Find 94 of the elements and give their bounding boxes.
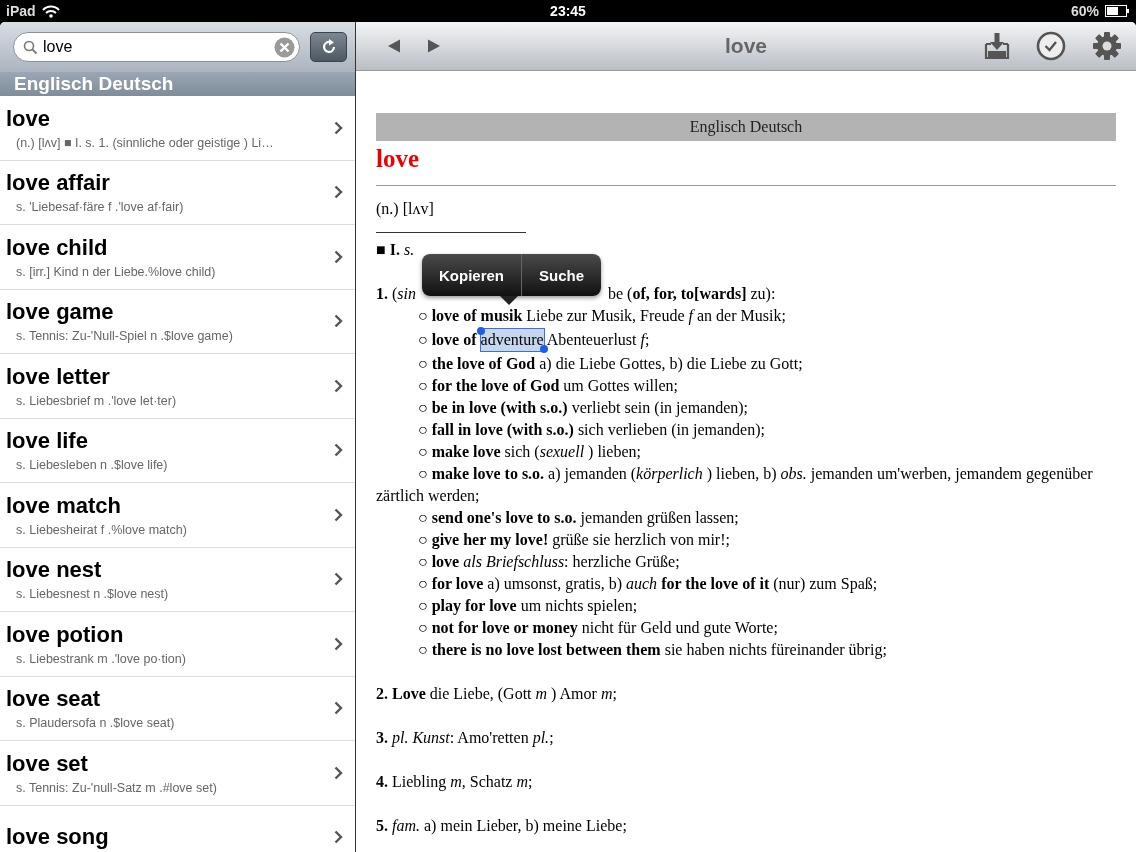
- chevron-icon: [334, 830, 343, 845]
- chevron-icon: [334, 314, 343, 329]
- usage-example: ○ be in love (with s.o.) verliebt sein (in jemanden);: [417, 398, 750, 419]
- wifi-icon: [41, 4, 60, 18]
- clock-time: 23:45: [550, 3, 586, 19]
- page-title: love: [725, 34, 767, 58]
- settings-icon[interactable]: [1092, 31, 1122, 61]
- search-field[interactable]: love: [13, 32, 300, 62]
- usage-example: ○ not for love or money nicht für Geld und gute Worte;: [417, 618, 779, 639]
- dictionary-header: Englisch Deutsch: [376, 113, 1116, 141]
- result-summary: s. Tennis: Zu-'null-Satz m .#love set): [15, 780, 218, 795]
- result-summary: s. 'Liebesaf·färe f .'love af·fair): [15, 200, 185, 215]
- result-term: love affair: [6, 170, 111, 197]
- result-row[interactable]: love seat s. Plaudersofa n .$love seat): [0, 676, 355, 741]
- usage-example: ○ make love to s.o. a) jemanden (körperlich ) lieben, b) obs. jemanden um'werben, jemandem gegenüber zärtlich werden;: [376, 464, 1094, 506]
- usage-example: ○ make love sich (sexuell ) lieben;: [417, 442, 642, 463]
- result-term: love: [6, 105, 52, 132]
- download-tray-icon[interactable]: [984, 32, 1010, 60]
- clear-icon[interactable]: [274, 36, 295, 58]
- result-term: love game: [6, 299, 115, 326]
- result-summary: s. [irr.] Kind n der Liebe.%love child): [15, 264, 217, 279]
- battery-percent: 60%: [1070, 3, 1099, 19]
- usage-example: ○ there is no love lost between them sie haben nichts füreinander übrig;: [417, 640, 888, 661]
- selection-handle[interactable]: [539, 345, 548, 353]
- result-summary: s. Liebesheirat f .%love match): [15, 522, 188, 537]
- result-term: love child: [6, 234, 109, 261]
- result-term: love seat: [6, 686, 102, 713]
- result-summary: (n.) [lʌv] ■ I. s. 1. (sinnliche oder geistige ) Li…: [15, 135, 275, 150]
- result-summary: s. Liebesnest n .$love nest): [15, 587, 170, 602]
- chevron-icon: [334, 443, 343, 458]
- search-input[interactable]: love: [43, 38, 269, 56]
- result-row[interactable]: love potion s. Liebestrank m .'love po·tion): [0, 612, 355, 677]
- back-icon[interactable]: [386, 38, 402, 54]
- result-summary: s. Plaudersofa n .$love seat): [15, 716, 176, 731]
- chevron-icon: [334, 378, 343, 393]
- usage-example: ○ love of musik Liebe zur Musik, Freude f an der Musik;: [417, 306, 787, 327]
- popup-pointer: [500, 296, 518, 305]
- sense-text: 5. fam. a) mein Lieber, b) meine Liebe;: [376, 816, 628, 837]
- result-summary: s. Liebesleben n .$love life): [15, 458, 169, 473]
- result-summary: s. Tennis: Zu-'Null-Spiel n .$love game): [15, 329, 234, 344]
- chevron-icon: [334, 185, 343, 200]
- result-row[interactable]: love game s. Tennis: Zu-'Null-Spiel n .$love game): [0, 289, 355, 354]
- chevron-icon: [334, 765, 343, 780]
- result-row[interactable]: love song: [0, 805, 355, 852]
- result-row[interactable]: love life s. Liebesleben n .$love life): [0, 418, 355, 483]
- device-name: iPad: [6, 3, 36, 19]
- usage-example: ○ fall in love (with s.o.) sich verlieben (in jemanden);: [417, 420, 766, 441]
- sense-text: 4. Liebling m, Schatz m;: [376, 772, 534, 793]
- sense-text: 2. Love die Liebe, (Gott m ) Amor m;: [376, 684, 618, 705]
- chevron-icon: [334, 249, 343, 264]
- result-term: love potion: [6, 621, 125, 648]
- forward-icon[interactable]: [426, 38, 442, 54]
- menu-item[interactable]: Suche: [521, 254, 602, 296]
- chevron-icon: [334, 701, 343, 716]
- usage-example: ○ love of: [418, 331, 477, 348]
- usage-example: ○ give her my love! grüße sie herzlich von mir!;: [417, 530, 731, 551]
- result-row[interactable]: love letter s. Liebesbrief m .'love let·ter): [0, 354, 355, 419]
- sense-text: 3. pl. Kunst: Amo'retten pl.;: [376, 728, 555, 749]
- refresh-button[interactable]: [310, 32, 347, 62]
- section-header: Englisch Deutsch: [0, 72, 355, 96]
- chevron-icon: [334, 120, 343, 135]
- result-term: love life: [6, 428, 89, 455]
- result-term: love set: [6, 750, 89, 777]
- result-row[interactable]: love set s. Tennis: Zu-'null-Satz m .#love set): [0, 741, 355, 806]
- sense-text: 1. (sin: [376, 285, 416, 302]
- result-term: love song: [6, 824, 110, 851]
- selection-handle[interactable]: [476, 327, 485, 335]
- result-row[interactable]: love (n.) [lʌv] ■ I. s. 1. (sinnliche oder geistige ) Li…: [0, 96, 355, 161]
- result-summary: s. Liebesbrief m .'love let·ter): [15, 393, 178, 408]
- part-of-speech: ■ I. s.: [376, 240, 416, 260]
- result-term: love match: [6, 492, 122, 519]
- chevron-icon: [334, 507, 343, 522]
- headword: love: [376, 144, 421, 174]
- battery-icon: [1105, 5, 1130, 17]
- usage-example: ○ love als Briefschluss: herzliche Grüße;: [417, 552, 681, 573]
- chevron-icon: [334, 636, 343, 651]
- result-summary: s. Liebestrank m .'love po·tion): [15, 651, 187, 666]
- menu-item[interactable]: Kopieren: [422, 254, 521, 296]
- sense-text: be (of, for, to[wards] zu):: [608, 285, 776, 302]
- usage-example: ○ send one's love to s.o. jemanden grüßen lassen;: [417, 508, 740, 529]
- usage-translation: Abenteuerlust f;: [546, 331, 650, 348]
- search-icon: [23, 39, 38, 55]
- usage-example: ○ play for love um nichts spielen;: [417, 596, 639, 617]
- usage-example: ○ for love a) umsonst, gratis, b) auch for the love of it (nur) zum Spaß;: [417, 574, 879, 595]
- chevron-icon: [334, 572, 343, 587]
- result-term: love letter: [6, 363, 111, 390]
- result-term: love nest: [6, 557, 103, 584]
- pronunciation: (n.) [lʌv]: [376, 199, 435, 220]
- result-row[interactable]: love child s. [irr.] Kind n der Liebe.%love child): [0, 225, 355, 290]
- result-row[interactable]: love affair s. 'Liebesaf·färe f .'love af·fair): [0, 160, 355, 225]
- result-row[interactable]: love nest s. Liebesnest n .$love nest): [0, 547, 355, 612]
- result-row[interactable]: love match s. Liebesheirat f .%love match): [0, 483, 355, 548]
- usage-example: ○ for the love of God um Gottes willen;: [417, 376, 679, 396]
- usage-example: ○ the love of God a) die Liebe Gottes, b) die Liebe zu Gott;: [417, 354, 804, 375]
